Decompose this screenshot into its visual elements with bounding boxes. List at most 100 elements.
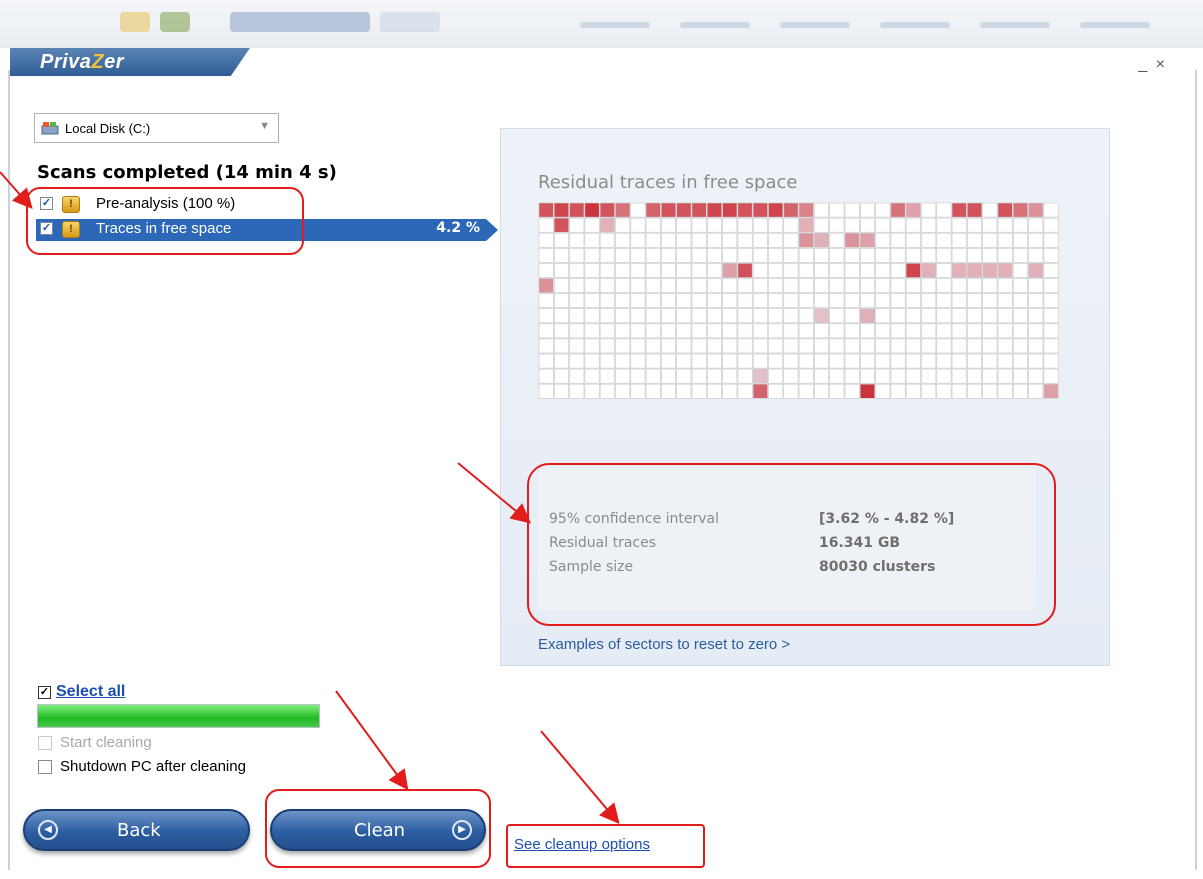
grid-cell — [569, 383, 585, 399]
grid-cell — [967, 338, 982, 354]
window-border-right — [1195, 70, 1197, 870]
grid-cell — [707, 247, 722, 263]
grid-cell — [599, 263, 615, 278]
grid-cell — [967, 383, 982, 399]
grid-cell — [997, 247, 1013, 263]
select-all-link[interactable]: Select all — [56, 683, 125, 701]
stat-label: Residual traces — [549, 535, 657, 551]
scan-checkbox[interactable]: ✓ — [40, 222, 53, 235]
grid-cell — [905, 368, 921, 384]
grid-cell — [982, 232, 998, 248]
back-button[interactable]: ◀ Back — [23, 809, 250, 851]
grid-cell — [599, 338, 615, 354]
drive-dropdown-value: Local Disk (C:) — [65, 121, 151, 136]
examples-link[interactable]: Examples of sectors to reset to zero > — [538, 636, 790, 653]
grid-cell — [661, 338, 677, 354]
grid-cell — [1012, 232, 1028, 248]
grid-cell — [768, 202, 784, 218]
window-controls[interactable]: _ × — [1138, 56, 1167, 74]
grid-cell — [859, 217, 875, 233]
grid-cell — [553, 368, 569, 384]
grid-cell — [737, 353, 753, 369]
scan-item-label: Traces in free space — [96, 220, 232, 237]
grid-cell — [798, 217, 814, 233]
grid-cell — [599, 202, 615, 218]
grid-cell — [569, 353, 585, 369]
grid-cell — [615, 217, 631, 233]
grid-cell — [859, 323, 875, 339]
grid-cell — [905, 217, 921, 233]
grid-cell — [967, 368, 982, 384]
grid-cell — [569, 293, 585, 308]
grid-cell — [814, 263, 829, 278]
grid-cell — [752, 308, 768, 324]
scan-checkbox[interactable]: ✓ — [40, 197, 53, 210]
grid-cell — [553, 308, 569, 324]
scan-item-label: Pre-analysis (100 %) — [96, 195, 236, 212]
grid-cell — [814, 323, 829, 339]
grid-cell — [569, 247, 585, 263]
scan-item-traces[interactable]: ✓ ! Traces in free space 4.2 % — [36, 219, 498, 241]
grid-cell — [630, 293, 646, 308]
grid-cell — [707, 293, 722, 308]
grid-cell — [829, 263, 845, 278]
grid-cell — [630, 217, 646, 233]
cleanup-options-link[interactable]: See cleanup options — [514, 836, 650, 853]
grid-cell — [859, 308, 875, 324]
select-all-checkbox[interactable]: ✓ — [38, 686, 51, 699]
grid-cell — [752, 368, 768, 384]
grid-cell — [768, 232, 784, 248]
grid-cell — [691, 217, 707, 233]
grid-cell — [951, 263, 967, 278]
grid-cell — [997, 217, 1013, 233]
scan-item-pre-analysis[interactable]: ✓ ! Pre-analysis (100 %) — [36, 194, 486, 216]
grid-cell — [691, 278, 707, 293]
grid-cell — [967, 308, 982, 324]
grid-cell — [553, 278, 569, 293]
grid-cell — [997, 278, 1013, 293]
scan-item-percent: 4.2 % — [436, 220, 480, 236]
grid-cell — [921, 247, 937, 263]
grid-cell — [829, 353, 845, 369]
window-border-left — [8, 70, 10, 870]
shield-icon: ! — [62, 221, 80, 238]
grid-cell — [707, 263, 722, 278]
grid-cell — [890, 293, 906, 308]
grid-cell — [599, 323, 615, 339]
grid-cell — [676, 338, 692, 354]
grid-cell — [783, 232, 799, 248]
grid-cell — [814, 247, 829, 263]
annotation-arrow — [0, 171, 33, 209]
grid-cell — [584, 293, 600, 308]
grid-cell — [921, 323, 937, 339]
background-toolbar — [0, 0, 1203, 48]
grid-cell — [1012, 263, 1028, 278]
grid-cell — [997, 353, 1013, 369]
grid-cell — [829, 202, 845, 218]
grid-cell — [768, 383, 784, 399]
drive-dropdown[interactable]: Local Disk (C:) ▼ — [34, 113, 279, 143]
grid-cell — [875, 293, 891, 308]
grid-cell — [737, 368, 753, 384]
grid-cell — [538, 232, 554, 248]
grid-cell — [737, 263, 753, 278]
grid-cell — [707, 202, 722, 218]
grid-cell — [859, 263, 875, 278]
grid-cell — [676, 323, 692, 339]
grid-cell — [538, 217, 554, 233]
shutdown-checkbox[interactable] — [38, 760, 52, 774]
grid-cell — [997, 308, 1013, 324]
progress-fill — [38, 705, 319, 727]
grid-cell — [722, 217, 738, 233]
grid-cell — [630, 232, 646, 248]
grid-cell — [921, 383, 937, 399]
grid-cell — [707, 323, 722, 339]
grid-cell — [630, 323, 646, 339]
grid-cell — [905, 247, 921, 263]
clean-button[interactable]: Clean ▶ — [270, 809, 486, 851]
grid-cell — [967, 232, 982, 248]
grid-cell — [553, 383, 569, 399]
grid-cell — [1028, 368, 1044, 384]
grid-cell — [691, 263, 707, 278]
shield-icon: ! — [62, 196, 80, 213]
